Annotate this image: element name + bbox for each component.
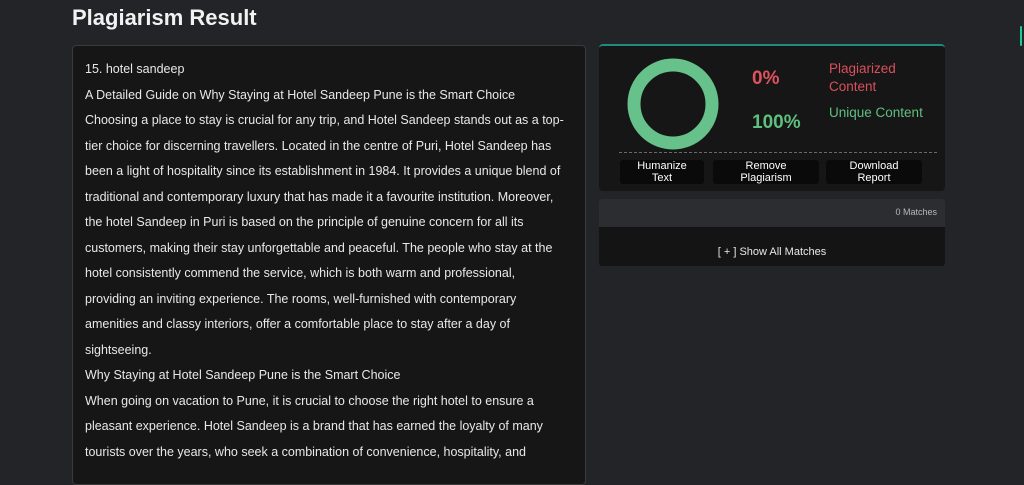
humanize-text-button[interactable]: Humanize Text	[620, 160, 704, 184]
unique-percent: 100%	[752, 112, 801, 133]
document-line: hotel consistently commend the service, …	[85, 266, 516, 280]
matches-header: 0 Matches	[599, 199, 945, 227]
plagiarized-percent: 0%	[752, 68, 780, 89]
remove-plagiarism-button[interactable]: Remove Plagiarism	[713, 160, 819, 184]
document-line: providing an inviting experience. The ro…	[85, 291, 517, 306]
divider	[619, 152, 937, 153]
unique-content-donut-icon	[627, 58, 719, 150]
document-line: tier choice for discerning travellers. L…	[85, 138, 552, 153]
document-line: the hotel Sandeep in Puri is based on th…	[85, 215, 524, 229]
document-line: 15. hotel sandeep	[85, 62, 185, 76]
download-report-button[interactable]: Download Report	[826, 160, 922, 184]
document-line: amenities and classy interiors, offer a …	[85, 317, 510, 331]
page-title: Plagiarism Result	[72, 5, 257, 30]
document-line: When going on vacation to Pune, it is cr…	[85, 393, 534, 408]
unique-label: Unique Content	[829, 105, 923, 120]
plagiarized-label: Plagiarized Content	[829, 61, 896, 94]
scroll-indicator[interactable]	[1020, 26, 1022, 46]
document-text-panel[interactable]: 15. hotel sandeep A Detailed Guide on Wh…	[72, 45, 586, 485]
donut-unique-arc	[627, 58, 719, 150]
document-line: Choosing a place to stay is crucial for …	[85, 113, 564, 127]
result-summary-card: 0% Plagiarized Content 100% Unique Conte…	[599, 44, 945, 191]
document-line: A Detailed Guide on Why Staying at Hotel…	[85, 87, 516, 102]
matches-count: 0 Matches	[895, 207, 937, 217]
show-all-matches-link[interactable]: [ + ] Show All Matches	[599, 246, 945, 258]
document-line: been a light of hospitality since its es…	[85, 164, 561, 178]
document-line: sightseeing.	[85, 342, 152, 357]
matches-panel: 0 Matches [ + ] Show All Matches	[599, 199, 945, 266]
document-line: tourists over the years, who seek a comb…	[85, 444, 526, 459]
document-line: pleasant experience. Hotel Sandeep is a …	[85, 419, 543, 433]
document-line: traditional and contemporary luxury that…	[85, 189, 554, 204]
document-line: customers, making their stay unforgettab…	[85, 240, 553, 255]
document-line: Why Staying at Hotel Sandeep Pune is the…	[85, 368, 401, 382]
